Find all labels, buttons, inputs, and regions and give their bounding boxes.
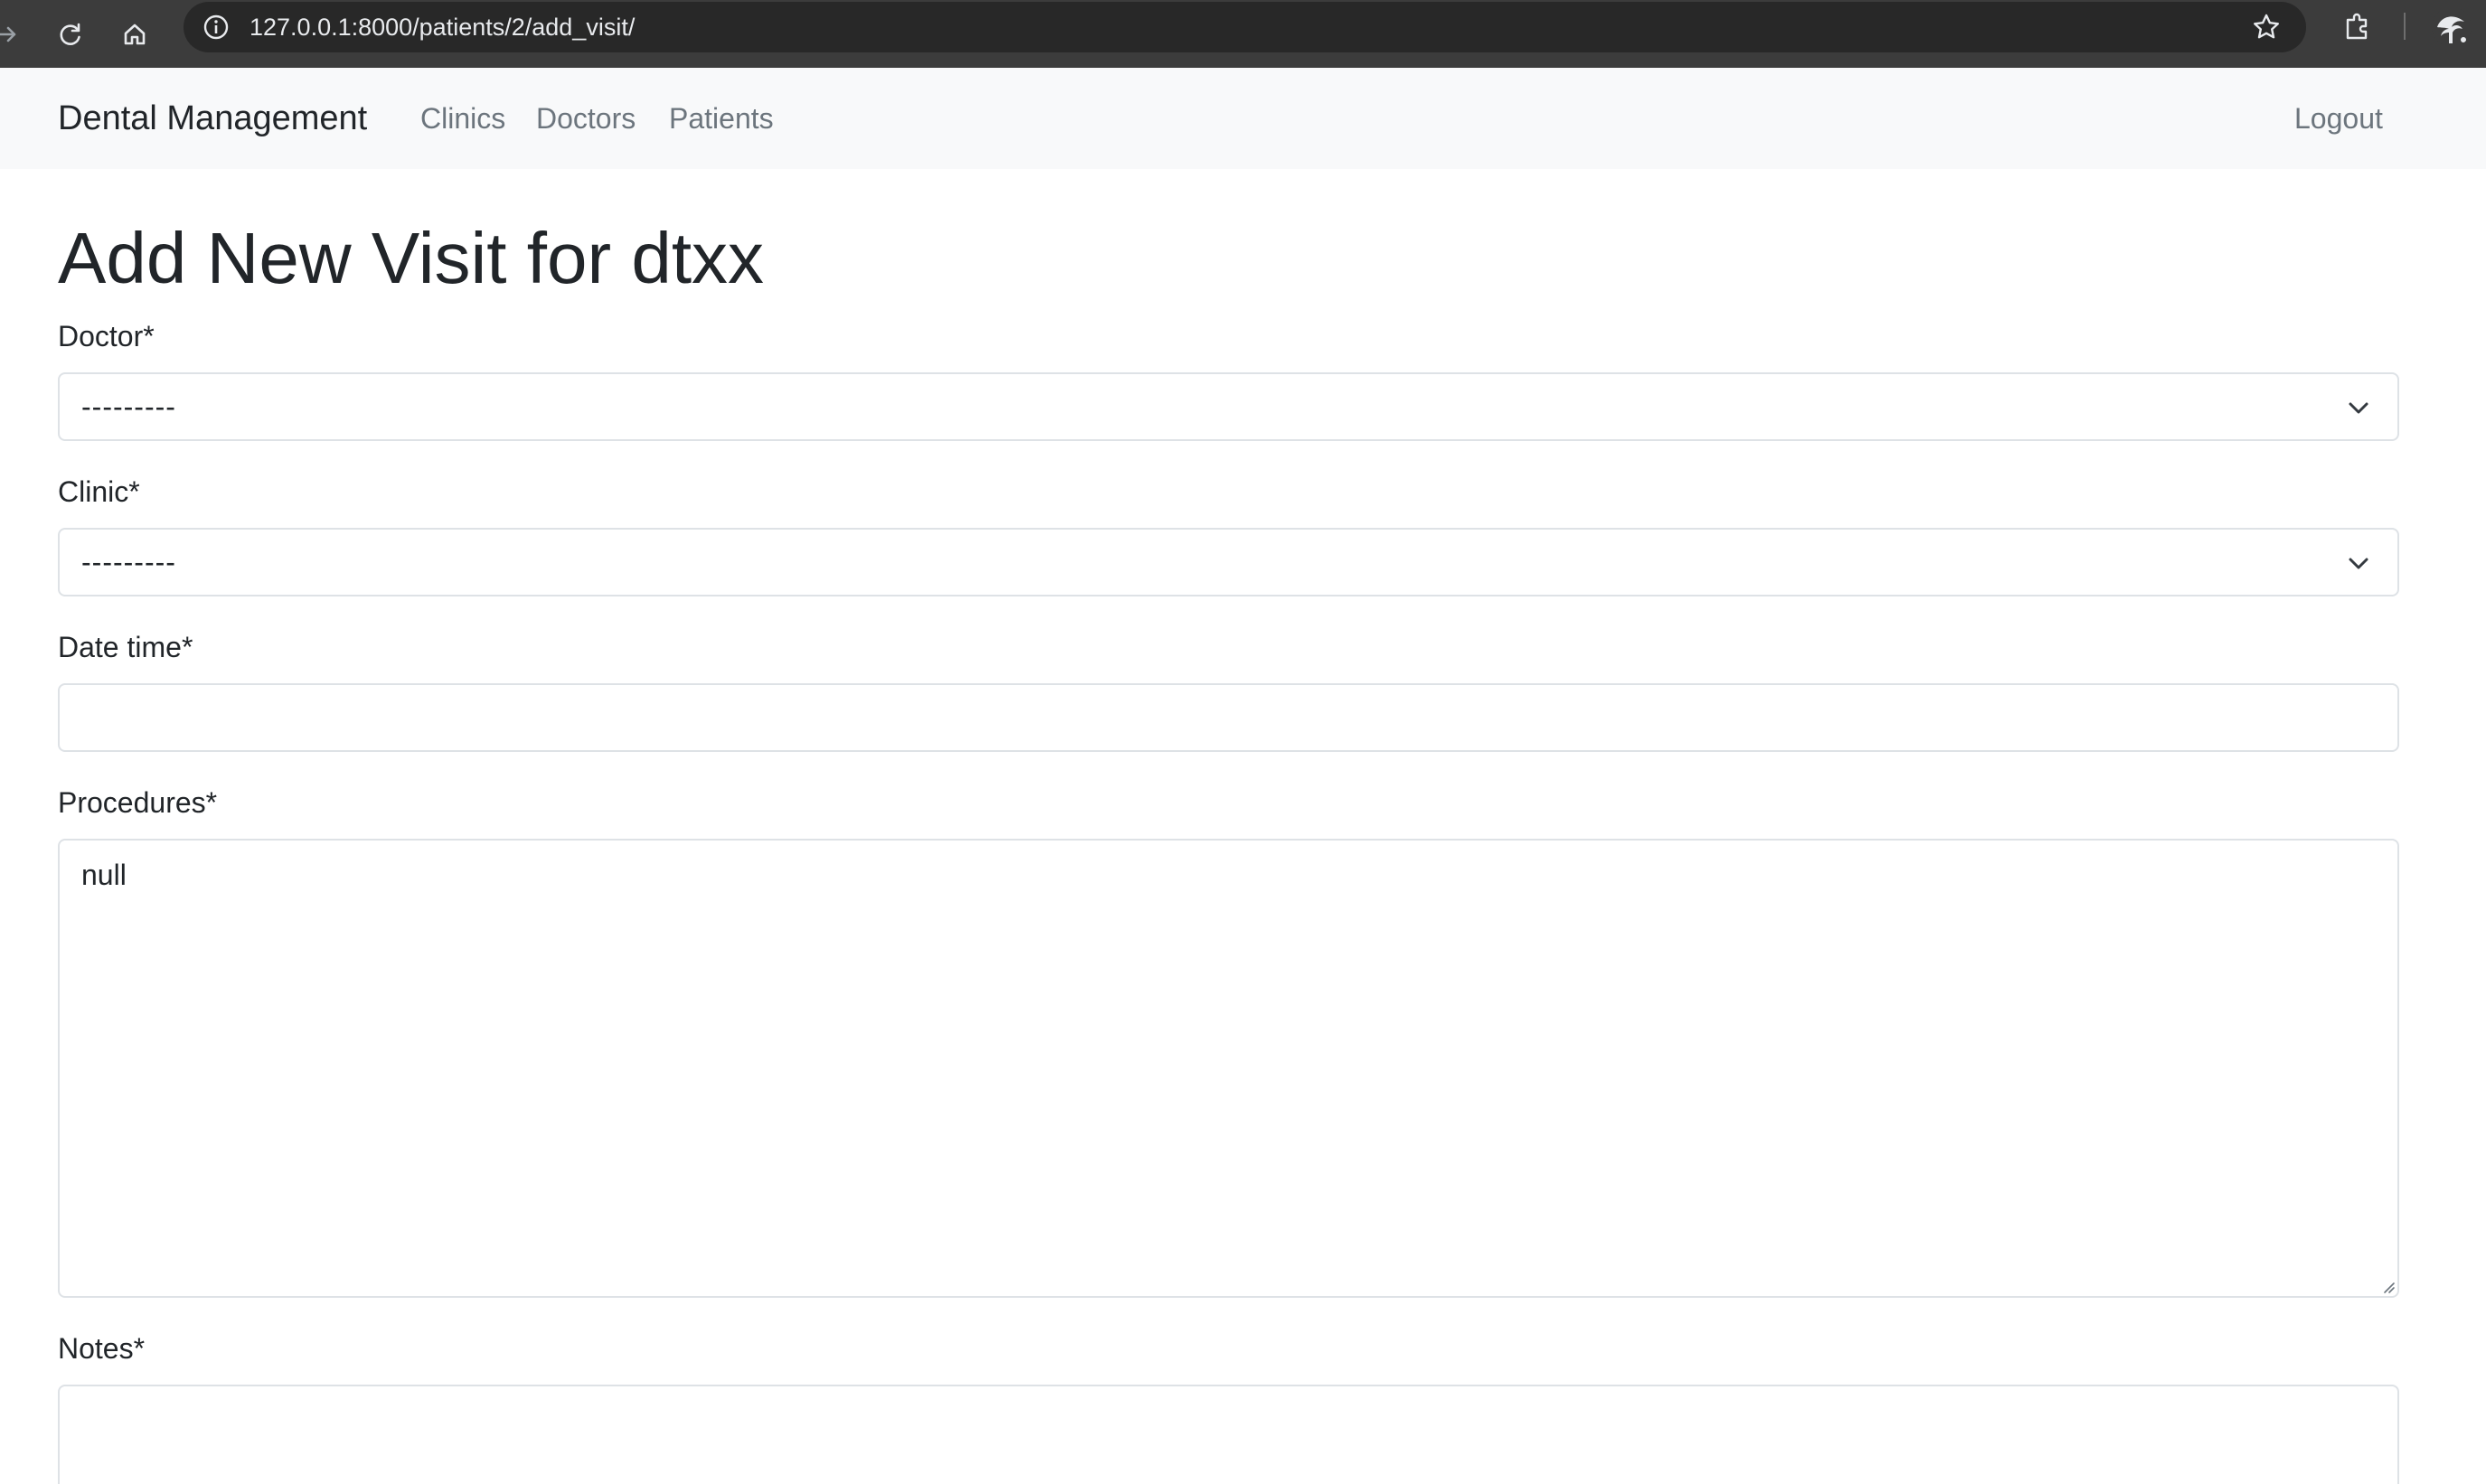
home-icon[interactable] — [115, 14, 155, 54]
doctor-select[interactable]: --------- — [58, 372, 2399, 441]
extensions-icon[interactable] — [2338, 7, 2378, 47]
notes-label: Notes* — [58, 1332, 146, 1365]
doctor-label: Doctor* — [58, 320, 155, 352]
site-navbar: Dental Management Clinics Doctors Patien… — [0, 68, 2486, 169]
procedures-textarea-value: null — [81, 859, 127, 891]
toolbar-divider — [2404, 13, 2406, 40]
reload-icon[interactable] — [51, 14, 90, 54]
logout-link[interactable]: Logout — [2294, 68, 2383, 169]
browser-toolbar: 127.0.0.1:8000/patients/2/add_visit/ — [0, 0, 2486, 68]
procedures-label: Procedures* — [58, 786, 218, 819]
nav-link-doctors[interactable]: Doctors — [536, 68, 636, 169]
resize-grip-icon[interactable] — [2379, 1278, 2396, 1294]
nav-link-patients[interactable]: Patients — [669, 68, 774, 169]
chevron-down-icon — [2349, 558, 2368, 569]
date-time-input[interactable] — [58, 683, 2399, 752]
clinic-select-value: --------- — [81, 546, 176, 578]
address-bar[interactable]: 127.0.0.1:8000/patients/2/add_visit/ — [184, 2, 2306, 52]
procedures-textarea[interactable]: null — [58, 839, 2399, 1298]
page-title: Add New Visit for dtxx — [58, 218, 765, 298]
date-time-label: Date time* — [58, 631, 193, 663]
profile-icon[interactable] — [2432, 7, 2472, 47]
doctor-select-value: --------- — [81, 390, 176, 423]
nav-link-clinics[interactable]: Clinics — [420, 68, 505, 169]
star-icon[interactable] — [2250, 11, 2283, 43]
info-icon[interactable] — [200, 11, 232, 43]
notes-textarea[interactable] — [58, 1385, 2399, 1484]
brand-link[interactable]: Dental Management — [58, 68, 367, 169]
forward-icon[interactable] — [0, 14, 27, 54]
chevron-down-icon — [2349, 402, 2368, 414]
clinic-label: Clinic* — [58, 475, 140, 508]
url-text[interactable]: 127.0.0.1:8000/patients/2/add_visit/ — [250, 2, 635, 52]
clinic-select[interactable]: --------- — [58, 528, 2399, 596]
